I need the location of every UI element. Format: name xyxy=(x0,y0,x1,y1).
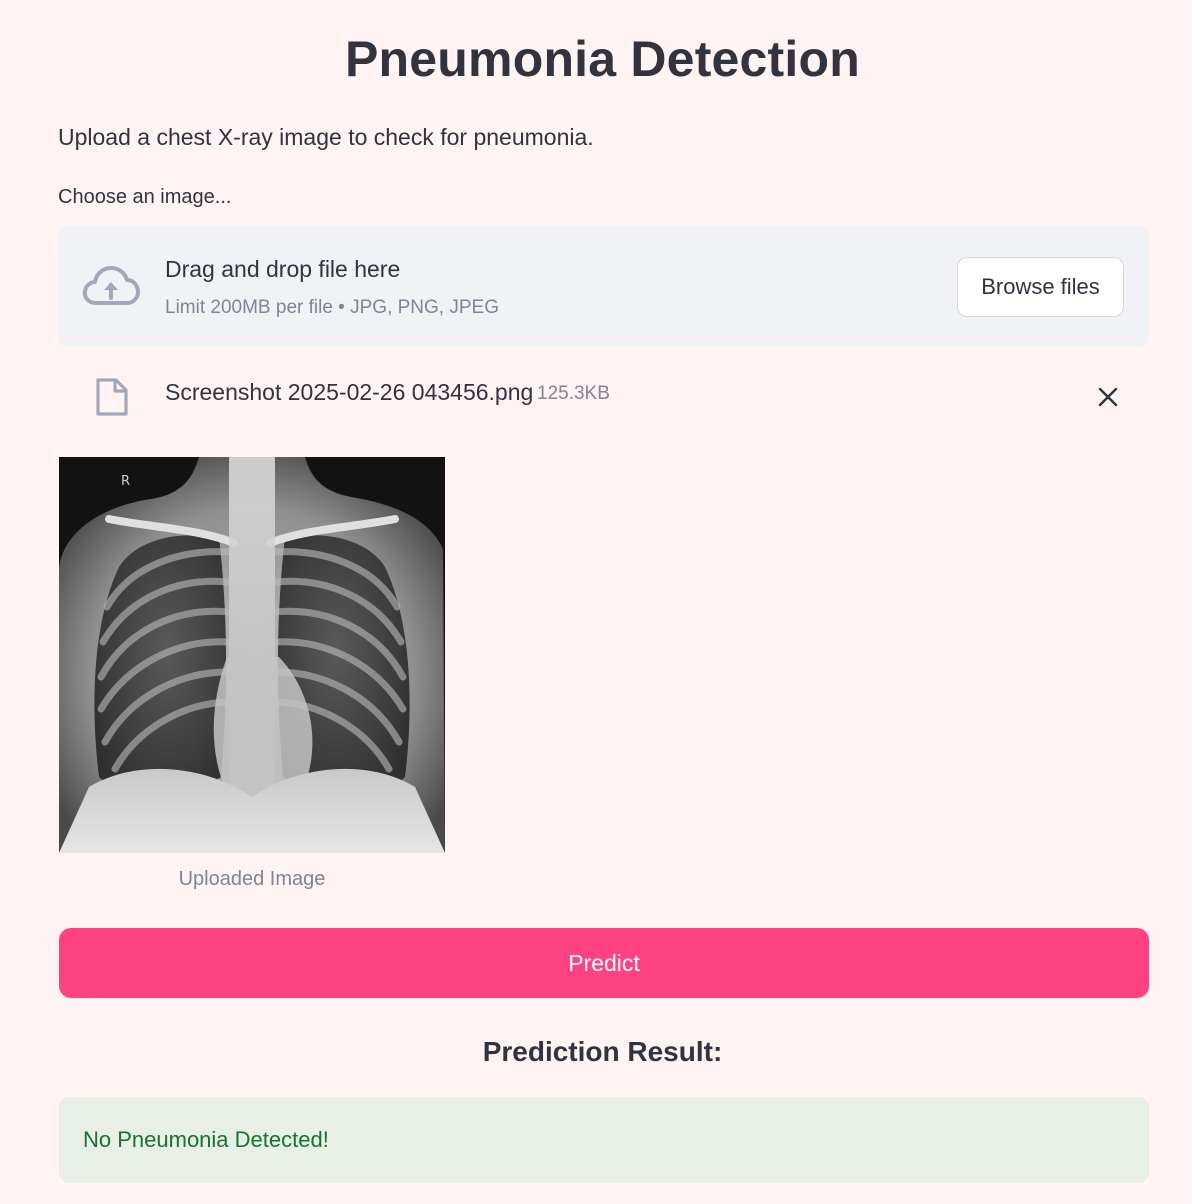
success-alert: No Pneumonia Detected! xyxy=(59,1097,1149,1183)
uploaded-file-row: Screenshot 2025-02-26 043456.png 125.3KB xyxy=(58,368,1149,424)
image-caption: Uploaded Image xyxy=(178,868,326,890)
uploader-label: Choose an image... xyxy=(58,186,232,208)
predict-button[interactable]: Predict xyxy=(59,928,1149,998)
page-subtitle: Upload a chest X-ray image to check for … xyxy=(58,124,594,150)
uploaded-file-size: 125.3KB xyxy=(537,383,610,404)
xray-side-marker: R xyxy=(121,474,130,489)
file-icon xyxy=(95,377,129,417)
uploaded-xray-image: R xyxy=(59,457,445,853)
prediction-result-heading: Prediction Result: xyxy=(482,1036,723,1067)
page-title: Pneumonia Detection xyxy=(345,31,860,87)
file-dropzone[interactable]: Drag and drop file here Limit 200MB per … xyxy=(58,225,1149,347)
uploaded-file-name: Screenshot 2025-02-26 043456.png xyxy=(165,379,534,405)
dropzone-limit-text: Limit 200MB per file • JPG, PNG, JPEG xyxy=(165,297,499,318)
cloud-upload-icon xyxy=(82,263,140,309)
close-icon[interactable] xyxy=(1095,384,1121,410)
app-page: Pneumonia Detection Upload a chest X-ray… xyxy=(0,0,1192,1204)
browse-files-button[interactable]: Browse files xyxy=(957,257,1124,317)
prediction-result-message: No Pneumonia Detected! xyxy=(83,1127,329,1152)
dropzone-title: Drag and drop file here xyxy=(165,256,401,282)
